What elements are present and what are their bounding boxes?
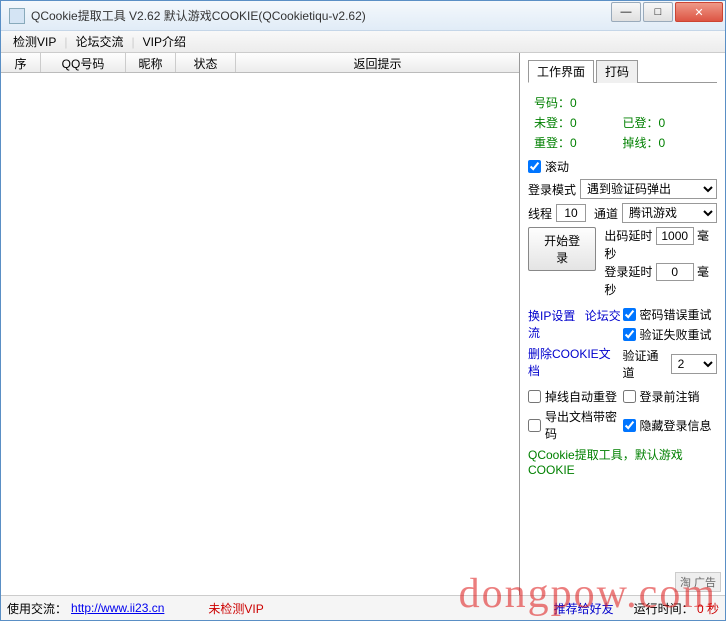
col-status[interactable]: 状态 — [176, 53, 236, 72]
homepage-link[interactable]: http://www.ii23.cn — [71, 601, 164, 615]
verify-retry-checkbox[interactable] — [623, 328, 636, 341]
login-delay-input[interactable] — [656, 263, 694, 281]
export-pwd-checkbox[interactable] — [528, 419, 541, 432]
statusbar: 使用交流： http://www.ii23.cn 未检测VIP 推荐给好友 运行… — [1, 596, 725, 620]
out-delay-label: 出码延时 — [604, 229, 652, 243]
col-qq[interactable]: QQ号码 — [41, 53, 126, 72]
thread-label: 线程 — [528, 205, 552, 222]
tab-workspace[interactable]: 工作界面 — [528, 60, 594, 83]
login-delay-label: 登录延时 — [604, 265, 652, 279]
login-mode-select[interactable]: 遇到验证码弹出 — [580, 179, 717, 199]
col-msg[interactable]: 返回提示 — [236, 53, 519, 72]
thread-input[interactable] — [556, 204, 586, 222]
tab-dama[interactable]: 打码 — [596, 60, 638, 83]
channel-label: 通道 — [594, 205, 618, 222]
runtime: 运行时间： 0 秒 — [634, 600, 719, 617]
hide-login-checkbox[interactable] — [623, 419, 636, 432]
table-area: 序 QQ号码 昵称 状态 返回提示 — [1, 53, 520, 595]
use-label: 使用交流： — [7, 600, 67, 617]
maximize-button[interactable]: □ — [643, 2, 673, 22]
table-header: 序 QQ号码 昵称 状态 返回提示 — [1, 53, 519, 73]
scroll-checkbox[interactable] — [528, 160, 541, 173]
channel-select[interactable]: 腾讯游戏 — [622, 203, 717, 223]
pwd-retry-checkbox[interactable] — [623, 308, 636, 321]
side-panel: 工作界面 打码 号码：0 未登：0 已登：0 重登：0 掉线：0 滚动 登录 — [520, 53, 725, 595]
table-body[interactable] — [1, 73, 519, 595]
app-window: QCookie提取工具 V2.62 默认游戏COOKIE(QCookietiqu… — [0, 0, 726, 621]
window-controls: — □ ✕ — [609, 2, 723, 24]
scroll-label: 滚动 — [545, 158, 569, 175]
login-mode-label: 登录模式 — [528, 181, 576, 198]
minimize-button[interactable]: — — [611, 2, 641, 22]
menubar: 检测VIP | 论坛交流 | VIP介绍 — [1, 31, 725, 53]
col-seq[interactable]: 序 — [1, 53, 41, 72]
recommend-link[interactable]: 推荐给好友 — [554, 600, 614, 617]
auto-relogin-checkbox[interactable] — [528, 390, 541, 403]
close-button[interactable]: ✕ — [675, 2, 723, 22]
footer-note: QCookie提取工具，默认游戏COOKIE — [528, 446, 717, 477]
start-login-button[interactable]: 开始登录 — [528, 227, 596, 271]
col-nick[interactable]: 昵称 — [126, 53, 176, 72]
stats-block: 号码：0 未登：0 已登：0 重登：0 掉线：0 — [528, 91, 717, 155]
ip-settings-link[interactable]: 换IP设置 — [528, 309, 575, 323]
vip-status: 未检测VIP — [208, 600, 263, 617]
titlebar: QCookie提取工具 V2.62 默认游戏COOKIE(QCookietiqu… — [1, 1, 725, 31]
ad-badge[interactable]: 淘 广告 — [675, 572, 721, 592]
verify-channel-select[interactable]: 2 — [671, 354, 717, 374]
delete-cookie-link[interactable]: 删除COOKIE文档 — [528, 347, 611, 378]
menu-vip-intro[interactable]: VIP介绍 — [135, 31, 194, 52]
logout-before-checkbox[interactable] — [623, 390, 636, 403]
out-delay-input[interactable] — [656, 227, 694, 245]
content-area: 序 QQ号码 昵称 状态 返回提示 工作界面 打码 号码：0 未登：0 已登：0 — [1, 53, 725, 596]
window-title: QCookie提取工具 V2.62 默认游戏COOKIE(QCookietiqu… — [31, 7, 609, 24]
app-icon — [9, 8, 25, 24]
menu-detect-vip[interactable]: 检测VIP — [5, 31, 64, 52]
side-tabs: 工作界面 打码 — [528, 59, 717, 83]
menu-forum[interactable]: 论坛交流 — [67, 31, 131, 52]
